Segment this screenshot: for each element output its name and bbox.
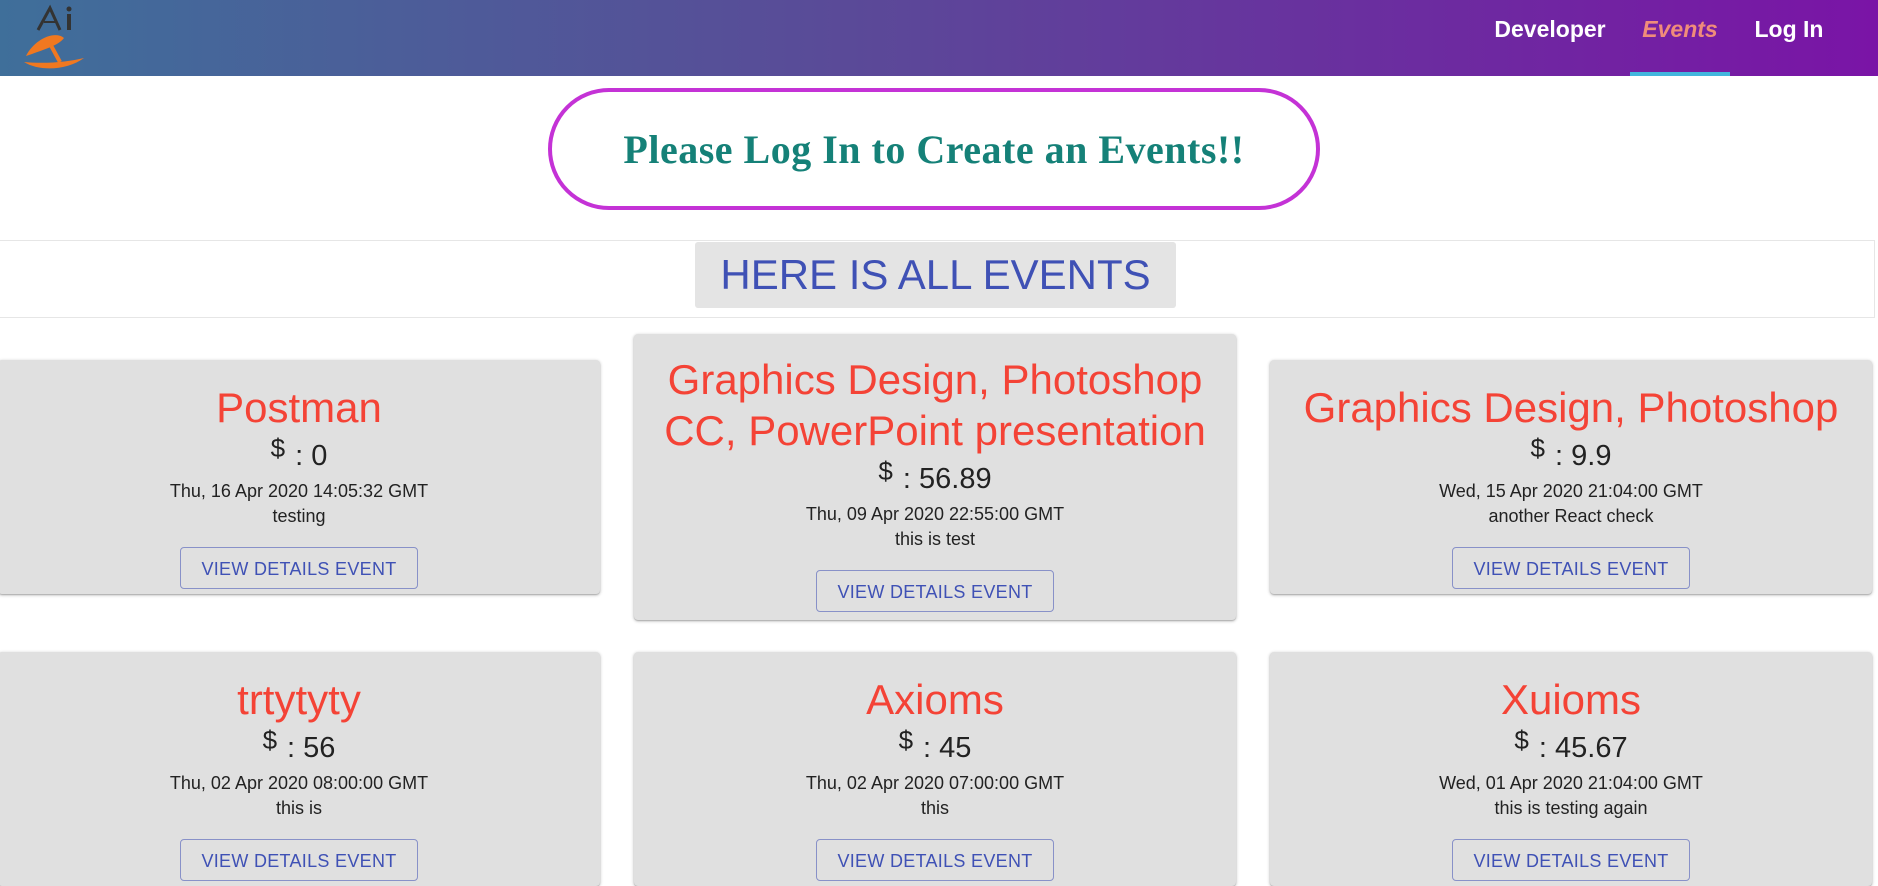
event-description: this is testing again — [1494, 798, 1648, 818]
nav-login-label: Log In — [1754, 16, 1824, 42]
nav-login[interactable]: Log In — [1744, 0, 1834, 76]
event-card: Graphics Design, Photoshop $ : 9.9 Wed, 1… — [1270, 360, 1872, 594]
event-title: Axioms — [866, 676, 1004, 723]
view-details-button[interactable]: VIEW DETAILS EVENT — [816, 839, 1054, 881]
nav-developer-label: Developer — [1494, 16, 1606, 42]
event-price: $ : 56.89 — [634, 456, 1236, 496]
event-title: Xuioms — [1500, 676, 1642, 723]
event-title: Postman — [216, 384, 382, 431]
event-price: $ : 0 — [0, 433, 600, 473]
event-description: this — [920, 798, 949, 818]
nav-events[interactable]: Events — [1630, 0, 1730, 76]
event-date: Thu, 09 Apr 2020 22:55:00 GMT — [805, 504, 1065, 524]
event-description: another React check — [1488, 506, 1654, 526]
nav-developer[interactable]: Developer — [1480, 0, 1620, 76]
login-prompt-banner: Please Log In to Create an Events!! — [548, 88, 1320, 210]
event-description: this is — [275, 798, 322, 818]
view-details-button[interactable]: VIEW DETAILS EVENT — [1452, 547, 1690, 589]
top-navbar: Developer Events Log In — [0, 0, 1878, 76]
event-title: Graphics Design, Photoshop — [1303, 384, 1839, 431]
site-logo[interactable] — [20, 0, 100, 76]
event-price: $ : 45.67 — [1270, 725, 1872, 765]
event-price-value: : 45 — [923, 732, 972, 764]
event-title: trtytyty — [237, 676, 361, 723]
event-description: this is test — [894, 529, 976, 549]
event-price-value: : 56 — [287, 732, 336, 764]
event-date: Wed, 01 Apr 2020 21:04:00 GMT — [1439, 773, 1703, 793]
event-description: testing — [272, 506, 326, 526]
login-prompt-text: Please Log In to Create an Events!! — [623, 126, 1245, 172]
event-price: $ : 56 — [0, 725, 600, 765]
event-card: Postman $ : 0 Thu, 16 Apr 2020 14:05:32 G… — [0, 360, 600, 594]
dollar-icon: $ — [1530, 433, 1546, 463]
active-tab-indicator — [1630, 72, 1730, 76]
view-details-button[interactable]: VIEW DETAILS EVENT — [180, 839, 418, 881]
dollar-icon: $ — [262, 725, 278, 755]
view-details-button[interactable]: VIEW DETAILS EVENT — [816, 570, 1054, 612]
view-details-button[interactable]: VIEW DETAILS EVENT — [180, 547, 418, 589]
dollar-icon: $ — [898, 725, 914, 755]
event-date: Thu, 16 Apr 2020 14:05:32 GMT — [169, 481, 429, 501]
event-date: Thu, 02 Apr 2020 08:00:00 GMT — [169, 773, 429, 793]
event-price-value: : 9.9 — [1555, 440, 1612, 472]
event-price: $ : 45 — [634, 725, 1236, 765]
event-price-value: : 56.89 — [902, 463, 992, 495]
event-date: Thu, 02 Apr 2020 07:00:00 GMT — [805, 773, 1065, 793]
dollar-icon: $ — [270, 433, 286, 463]
event-title: Graphics Design, Photoshop CC, PowerPoin… — [664, 356, 1206, 454]
events-heading: HERE IS ALL EVENTS — [695, 242, 1176, 308]
event-price-value: : 0 — [295, 440, 328, 472]
event-card: Xuioms $ : 45.67 Wed, 01 Apr 2020 21:04:0… — [1270, 652, 1872, 886]
event-card: Axioms $ : 45 Thu, 02 Apr 2020 07:00:00 G… — [634, 652, 1236, 886]
event-date: Wed, 15 Apr 2020 21:04:00 GMT — [1439, 481, 1703, 501]
nav-events-label: Events — [1642, 16, 1718, 42]
event-card: trtytyty $ : 56 Thu, 02 Apr 2020 08:00:00… — [0, 652, 600, 886]
view-details-button[interactable]: VIEW DETAILS EVENT — [1452, 839, 1690, 881]
event-price: $ : 9.9 — [1270, 433, 1872, 473]
event-card: Graphics Design, Photoshop CC, PowerPoin… — [634, 334, 1236, 620]
dollar-icon: $ — [1514, 725, 1529, 755]
event-price-value: : 45.67 — [1538, 732, 1628, 764]
dollar-icon: $ — [878, 456, 893, 486]
